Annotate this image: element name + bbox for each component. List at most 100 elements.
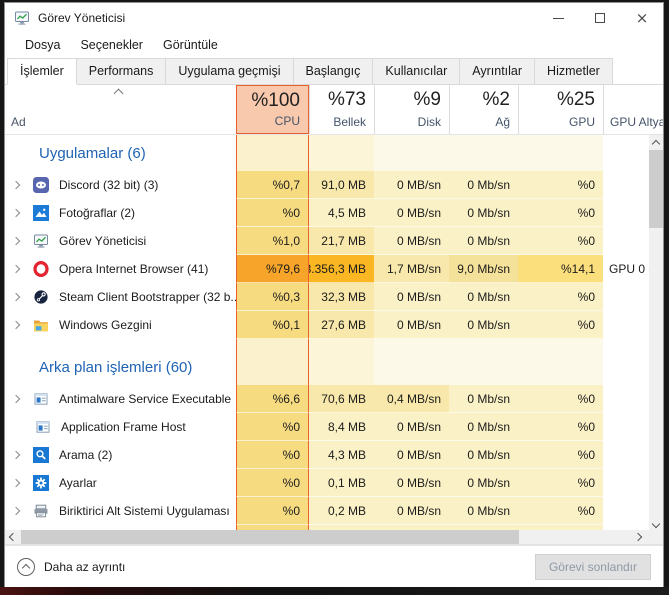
expand-chevron-icon[interactable] [12, 479, 20, 487]
process-row[interactable]: Discord (32 bit) (3)%0,791,0 MB0 MB/sn0 … [5, 171, 649, 199]
vertical-scrollbar-thumb[interactable] [649, 150, 663, 228]
maximize-button[interactable] [579, 3, 621, 33]
process-name: Antimalware Service Executable [59, 392, 231, 406]
memory-cell: 27,6 MB [309, 311, 374, 339]
process-row[interactable]: Ayarlar%00,1 MB0 MB/sn0 Mb/sn%0 [5, 469, 649, 497]
section-label: Arka plan işlemleri (60) [5, 349, 236, 385]
process-name-cell: Opera Internet Browser (41) [5, 255, 236, 283]
task-manager-app-icon [14, 10, 30, 26]
gpu-cell: %0 [518, 199, 603, 227]
memory-cell: 0,1 MB [309, 469, 374, 497]
cpu-cell: %0 [236, 199, 309, 227]
name-column-label: Ad [11, 115, 26, 129]
expand-chevron-icon[interactable] [12, 451, 20, 459]
section-header[interactable]: Uygulamalar (6) [5, 135, 649, 171]
expand-chevron-icon[interactable] [12, 181, 20, 189]
tab-4[interactable]: Kullanıcılar [373, 58, 460, 85]
cpu-cell: %0,7 [236, 171, 309, 199]
network-cell: 0 Mb/sn [449, 441, 518, 469]
tab-5[interactable]: Ayrıntılar [460, 58, 535, 85]
network-cell: 0 Mb/sn [449, 385, 518, 413]
tab-2[interactable]: Uygulama geçmişi [166, 58, 293, 85]
gpu-cell: %0 [518, 311, 603, 339]
process-row[interactable]: Opera Internet Browser (41)%79,63.356,3 … [5, 255, 649, 283]
memory-cell: 4,5 MB [309, 199, 374, 227]
name-column-header[interactable]: Ad [5, 85, 236, 134]
process-row[interactable]: Biriktirici Alt Sistemi Uygulaması%00,2 … [5, 497, 649, 525]
end-task-button[interactable]: Görevi sonlandır [535, 554, 651, 580]
process-row[interactable]: Application Frame Host%08,4 MB0 MB/sn0 M… [5, 413, 649, 441]
expand-chevron-icon[interactable] [12, 321, 20, 329]
gpu-band-cell [518, 339, 603, 349]
window-title: Görev Yöneticisi [38, 11, 125, 25]
menu-item-1[interactable]: Seçenekler [70, 35, 153, 55]
section-header[interactable]: Arka plan işlemleri (60) [5, 349, 649, 385]
memory-cell: 91,0 MB [309, 171, 374, 199]
chevron-left-icon [9, 533, 17, 541]
disk-cell: 0 MB/sn [374, 283, 449, 311]
cpu-band-cell [236, 349, 309, 385]
process-name-cell: Görev Yöneticisi [5, 227, 236, 255]
settings-icon [33, 475, 49, 491]
memory-band-cell [309, 339, 374, 349]
spacer [5, 339, 236, 349]
network-total-percent: %2 [483, 89, 510, 111]
process-row[interactable]: Antimalware Service Executable%6,670,6 M… [5, 385, 649, 413]
cpu-column-header[interactable]: %100CPU [236, 85, 309, 134]
gpu_engine-cell [603, 497, 649, 525]
expand-chevron-icon[interactable] [12, 293, 20, 301]
expand-chevron-icon[interactable] [12, 507, 20, 515]
process-row[interactable]: Windows Gezgini%0,127,6 MB0 MB/sn0 Mb/sn… [5, 311, 649, 339]
details-toggle[interactable]: Daha az ayrıntı [17, 558, 125, 576]
menu-item-2[interactable]: Görüntüle [153, 35, 228, 55]
scroll-up-button[interactable] [649, 135, 663, 149]
process-name: Opera Internet Browser (41) [59, 262, 208, 276]
gpu-cell: %0 [518, 283, 603, 311]
memory-column-header[interactable]: %73Bellek [309, 85, 374, 134]
vertical-scrollbar[interactable] [649, 135, 663, 530]
sort-ascending-icon [114, 89, 124, 99]
horizontal-scrollbar-thumb[interactable] [21, 530, 519, 544]
gpu-column-header[interactable]: %25GPU [518, 85, 603, 134]
network-column-header[interactable]: %2Ağ [449, 85, 518, 134]
tab-3[interactable]: Başlangıç [294, 58, 374, 85]
expand-chevron-icon[interactable] [12, 395, 20, 403]
close-button[interactable]: × [621, 3, 663, 33]
expand-chevron-icon[interactable] [12, 237, 20, 245]
process-name: Discord (32 bit) (3) [59, 178, 158, 192]
tab-bar: İşlemlerPerformansUygulama geçmişiBaşlan… [5, 57, 663, 85]
minimize-button[interactable] [537, 3, 579, 33]
disk-cell: 1,7 MB/sn [374, 255, 449, 283]
disk-column-header[interactable]: %9Disk [374, 85, 449, 134]
tab-1[interactable]: Performans [77, 58, 167, 85]
network-cell: 0 Mb/sn [449, 199, 518, 227]
scroll-down-button[interactable] [649, 516, 663, 530]
process-name-cell: Fotoğraflar (2) [5, 199, 236, 227]
tab-6[interactable]: Hizmetler [535, 58, 613, 85]
expand-chevron-icon[interactable] [12, 209, 20, 217]
section-label: Uygulamalar (6) [5, 135, 236, 171]
cpu-cell: %0 [236, 497, 309, 525]
process-row[interactable]: Fotoğraflar (2)%04,5 MB0 MB/sn0 Mb/sn%0 [5, 199, 649, 227]
disk-cell: 0 MB/sn [374, 311, 449, 339]
search-icon [33, 447, 49, 463]
horizontal-scrollbar[interactable] [5, 530, 663, 545]
network-cell: 0 Mb/sn [449, 311, 518, 339]
process-row[interactable]: Arama (2)%04,3 MB0 MB/sn0 Mb/sn%0 [5, 441, 649, 469]
process-name-cell: Windows Gezgini [5, 311, 236, 339]
process-name: Windows Gezgini [59, 318, 152, 332]
menu-item-0[interactable]: Dosya [15, 35, 70, 55]
memory-band-cell [309, 135, 374, 171]
disk-cell: 0 MB/sn [374, 199, 449, 227]
tab-0[interactable]: İşlemler [7, 58, 77, 85]
process-row[interactable]: Görev Yöneticisi%1,021,7 MB0 MB/sn0 Mb/s… [5, 227, 649, 255]
chevron-up-icon [652, 139, 660, 147]
process-row[interactable]: Steam Client Bootstrapper (32 b...%0,332… [5, 283, 649, 311]
cpu-cell: %0 [236, 413, 309, 441]
gpu-cell: %0 [518, 413, 603, 441]
details-toggle-label: Daha az ayrıntı [44, 560, 125, 574]
expand-chevron-icon[interactable] [12, 265, 20, 273]
gpu_engine-column-header[interactable]: GPU Altyapısı [603, 85, 664, 134]
gpu_engine-cell [603, 469, 649, 497]
photos-icon [33, 205, 49, 221]
